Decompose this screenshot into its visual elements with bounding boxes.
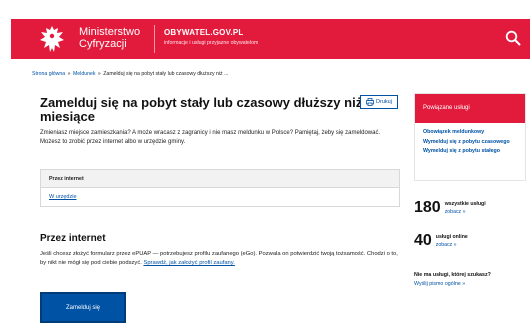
stat-see-link[interactable]: zobacz » bbox=[445, 209, 486, 215]
related-service-link[interactable]: Wymelduj się z pobytu stałego bbox=[423, 148, 517, 155]
top-header-bar: Ministerstwo Cyfryzacji OBYWATEL.GOV.PL … bbox=[11, 19, 530, 59]
related-service-link[interactable]: Obowiązek meldunkowy bbox=[423, 129, 517, 136]
related-service-link[interactable]: Wymelduj się z pobytu czasowego bbox=[423, 139, 517, 146]
stat-all-services: 180 wszystkie usługi zobacz » bbox=[414, 200, 486, 216]
portal-name-link[interactable]: OBYWATEL.GOV.PL bbox=[164, 28, 243, 37]
ministry-line-1: Ministerstwo bbox=[79, 26, 141, 38]
stat-label: wszystkie usługi bbox=[444, 201, 486, 207]
register-button[interactable]: Zamelduj się bbox=[40, 292, 126, 323]
portal-tagline: informacje i usługi przyjazne obywatelom bbox=[164, 40, 259, 46]
general-letter-link[interactable]: Wyślij pismo ogólne » bbox=[414, 281, 465, 287]
breadcrumb-section-link[interactable]: Meldunek bbox=[73, 71, 96, 77]
eagle-emblem-icon[interactable] bbox=[38, 24, 66, 55]
search-icon[interactable] bbox=[504, 29, 522, 47]
print-label: Drukuj bbox=[376, 99, 392, 105]
table-of-contents: Przez internet W urzędzie bbox=[40, 169, 400, 207]
breadcrumb-current: Zamelduj się na pobyt stały lub czasowy … bbox=[103, 71, 229, 77]
breadcrumb-separator: » bbox=[97, 71, 101, 77]
printer-icon bbox=[366, 98, 374, 106]
help-question: Nie ma usługi, której szukasz? bbox=[414, 272, 491, 278]
ministry-line-2: Cyfryzacji bbox=[79, 38, 127, 50]
breadcrumb: Strona główna » Meldunek » Zamelduj się … bbox=[32, 71, 228, 77]
breadcrumb-separator: » bbox=[67, 71, 71, 77]
stat-label: usługi online bbox=[435, 234, 468, 240]
toc-item-office-link[interactable]: W urzędzie bbox=[49, 194, 77, 200]
header-divider bbox=[154, 25, 155, 53]
section-title: Przez internet bbox=[40, 233, 106, 244]
stat-online-services: 40 usługi online zobacz » bbox=[414, 233, 468, 249]
related-services-title: Powiązane usługi bbox=[415, 94, 525, 123]
stat-body: wszystkie usługi zobacz » bbox=[445, 200, 486, 215]
page-title: Zamelduj się na pobyt stały lub czasowy … bbox=[40, 95, 374, 124]
toc-item-internet[interactable]: Przez internet bbox=[41, 170, 399, 187]
section-text: Jeśli chcesz złożyć formularz przez ePUA… bbox=[40, 250, 402, 268]
print-button[interactable]: Drukuj bbox=[360, 95, 398, 109]
related-services-box: Powiązane usługi Obowiązek meldunkowy Wy… bbox=[414, 93, 526, 181]
stat-see-link[interactable]: zobacz » bbox=[436, 242, 468, 248]
stat-body: usługi online zobacz » bbox=[436, 233, 468, 248]
stat-number: 40 bbox=[414, 232, 432, 249]
toc-row: W urzędzie bbox=[41, 187, 399, 206]
stat-number: 180 bbox=[414, 199, 441, 216]
breadcrumb-home-link[interactable]: Strona główna bbox=[32, 71, 65, 77]
trusted-profile-link[interactable]: Sprawdź, jak założyć profil zaufany. bbox=[143, 260, 234, 266]
related-services-list: Obowiązek meldunkowy Wymelduj się z poby… bbox=[415, 123, 525, 155]
intro-text: Zmieniasz miejsce zamieszkania? A może w… bbox=[40, 130, 381, 145]
ministry-name[interactable]: Ministerstwo Cyfryzacji bbox=[79, 26, 140, 50]
